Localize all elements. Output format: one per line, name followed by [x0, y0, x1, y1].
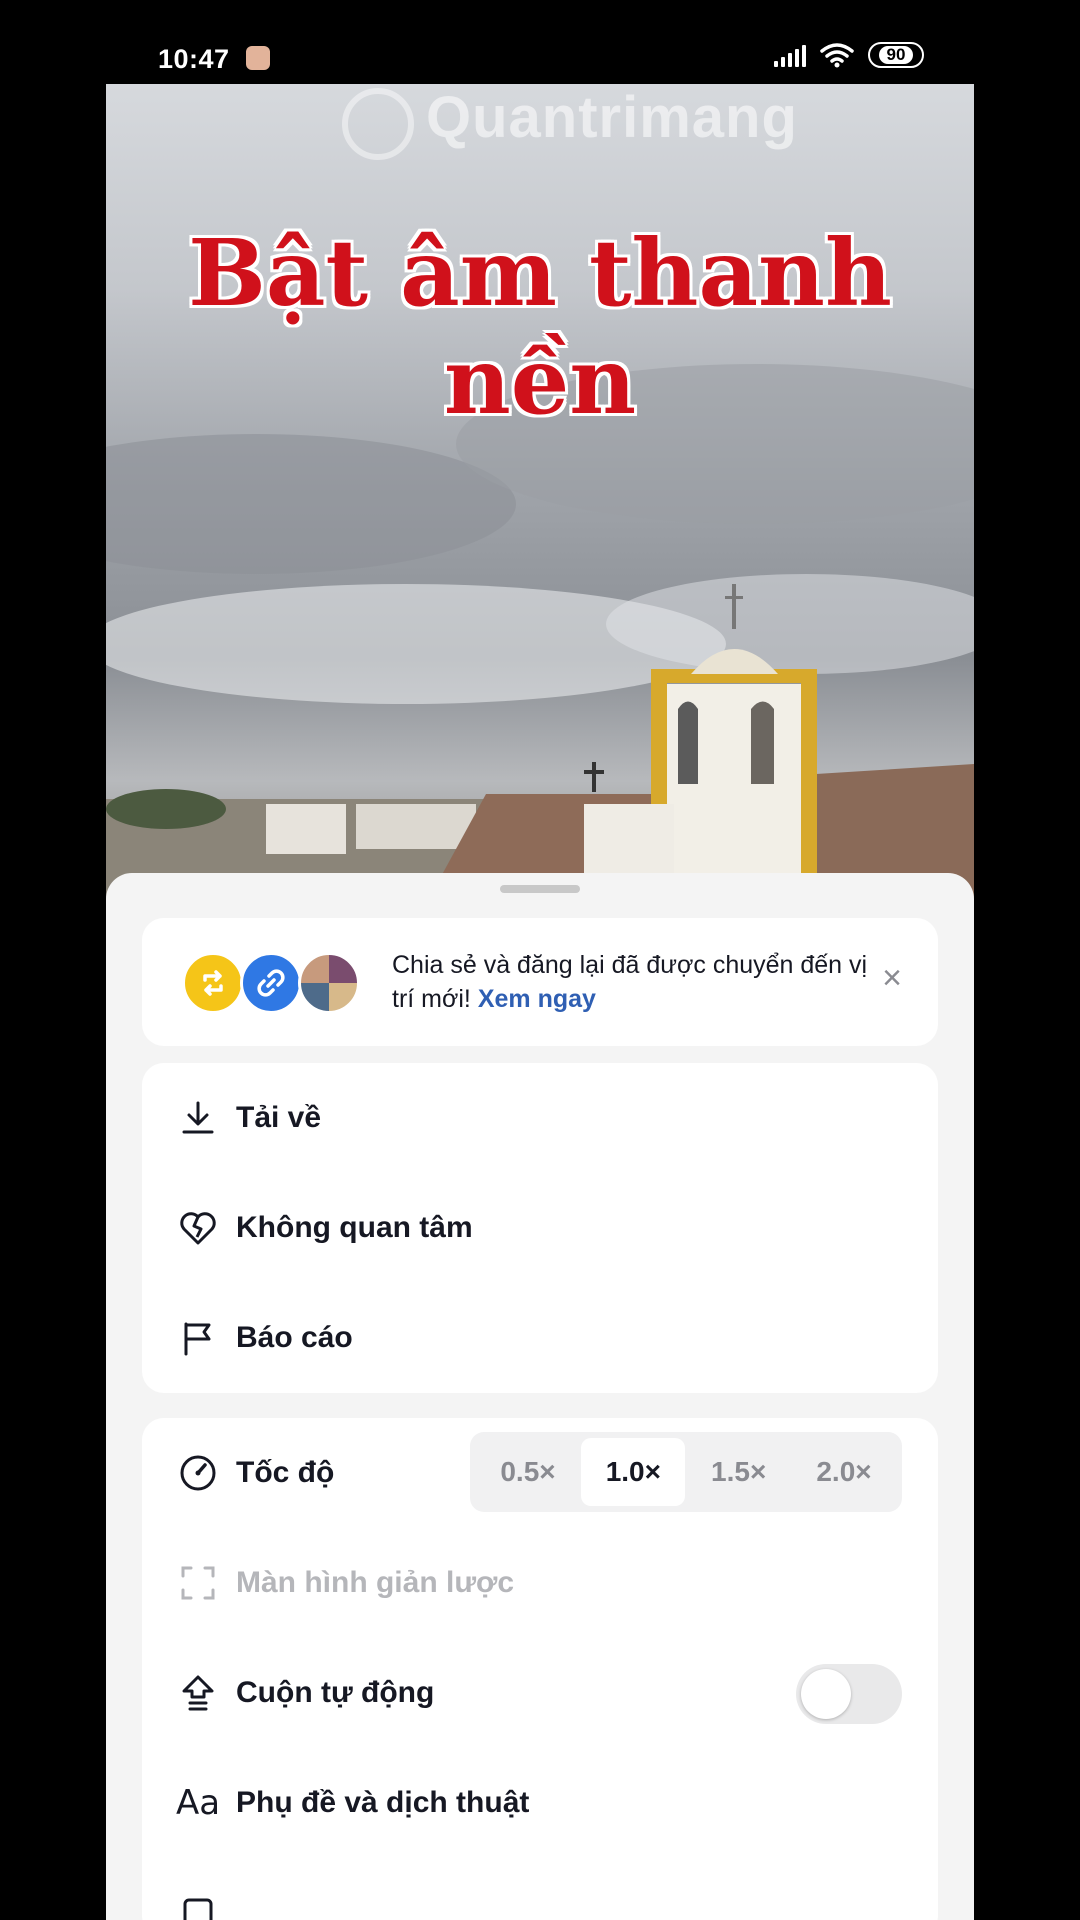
battery-icon: 90 — [868, 42, 924, 68]
sheet-grabber[interactable] — [500, 885, 580, 893]
speed-row: Tốc độ 0.5× 1.0× 1.5× 2.0× — [142, 1418, 938, 1528]
repost-icon — [182, 952, 244, 1014]
video-caption: Bật âm thanh nền — [188, 219, 892, 435]
captions-row[interactable]: Aa Phụ đề và dịch thuật — [142, 1748, 938, 1858]
banner-message: Chia sẻ và đăng lại đã được chuyển đến v… — [392, 948, 872, 1016]
wifi-icon — [820, 43, 854, 68]
banner-avatars — [182, 952, 362, 1014]
not-interested-label: Không quan tâm — [236, 1211, 473, 1244]
speed-option-1.0[interactable]: 1.0× — [581, 1438, 686, 1506]
download-row[interactable]: Tải về — [142, 1063, 938, 1173]
speed-selector: 0.5× 1.0× 1.5× 2.0× — [470, 1432, 902, 1512]
view-now-link[interactable]: Xem ngay — [478, 985, 596, 1013]
captions-label: Phụ đề và dịch thuật — [236, 1786, 530, 1819]
speed-option-1.5[interactable]: 1.5× — [687, 1438, 791, 1506]
status-time: 10:47 — [158, 44, 230, 74]
options-sheet: Chia sẻ và đăng lại đã được chuyển đến v… — [106, 873, 974, 1920]
report-row[interactable]: Báo cáo — [142, 1283, 938, 1393]
auto-scroll-row: Cuộn tự động — [142, 1638, 938, 1748]
watermark-logo — [342, 88, 414, 160]
share-moved-banner: Chia sẻ và đăng lại đã được chuyển đến v… — [142, 918, 938, 1046]
speed-option-0.5[interactable]: 0.5× — [476, 1438, 580, 1506]
clear-mode-label: Màn hình giản lược — [236, 1566, 515, 1599]
download-label: Tải về — [236, 1101, 322, 1134]
speed-label: Tốc độ — [236, 1456, 335, 1489]
close-icon[interactable]: × — [876, 961, 908, 995]
battery-level: 90 — [878, 46, 914, 64]
broken-heart-icon — [176, 1206, 220, 1250]
download-icon — [176, 1096, 220, 1140]
auto-scroll-label: Cuộn tự động — [236, 1676, 435, 1709]
people-avatar — [298, 952, 360, 1014]
clear-mode-icon — [176, 1561, 220, 1605]
clear-mode-row[interactable]: Màn hình giản lược — [142, 1528, 938, 1638]
toggle-knob — [801, 1669, 851, 1719]
menu-group-settings: Tốc độ 0.5× 1.0× 1.5× 2.0× Màn hình giản… — [142, 1418, 938, 1920]
menu-item-icon — [176, 1891, 220, 1920]
flag-icon — [176, 1316, 220, 1360]
menu-group-actions: Tải về Không quan tâm Báo cáo — [142, 1063, 938, 1393]
banner-text: Chia sẻ và đăng lại đã được chuyển đến v… — [392, 951, 868, 1013]
video-scene — [106, 364, 974, 904]
auto-scroll-toggle[interactable] — [796, 1664, 902, 1724]
video-player[interactable]: Quantrimang Bật âm thanh nền — [106, 84, 974, 904]
not-interested-row[interactable]: Không quan tâm — [142, 1173, 938, 1283]
status-icons: 90 — [774, 42, 924, 68]
speed-option-2.0[interactable]: 2.0× — [792, 1438, 896, 1506]
notification-icon — [246, 46, 270, 70]
next-row-partial[interactable] — [142, 1858, 938, 1920]
watermark: Quantrimang — [426, 85, 798, 150]
signal-icon — [774, 43, 806, 67]
auto-scroll-icon — [176, 1671, 220, 1715]
link-icon — [240, 952, 302, 1014]
captions-icon: Aa — [175, 1783, 221, 1823]
report-label: Báo cáo — [236, 1321, 353, 1354]
speedometer-icon — [176, 1451, 220, 1495]
